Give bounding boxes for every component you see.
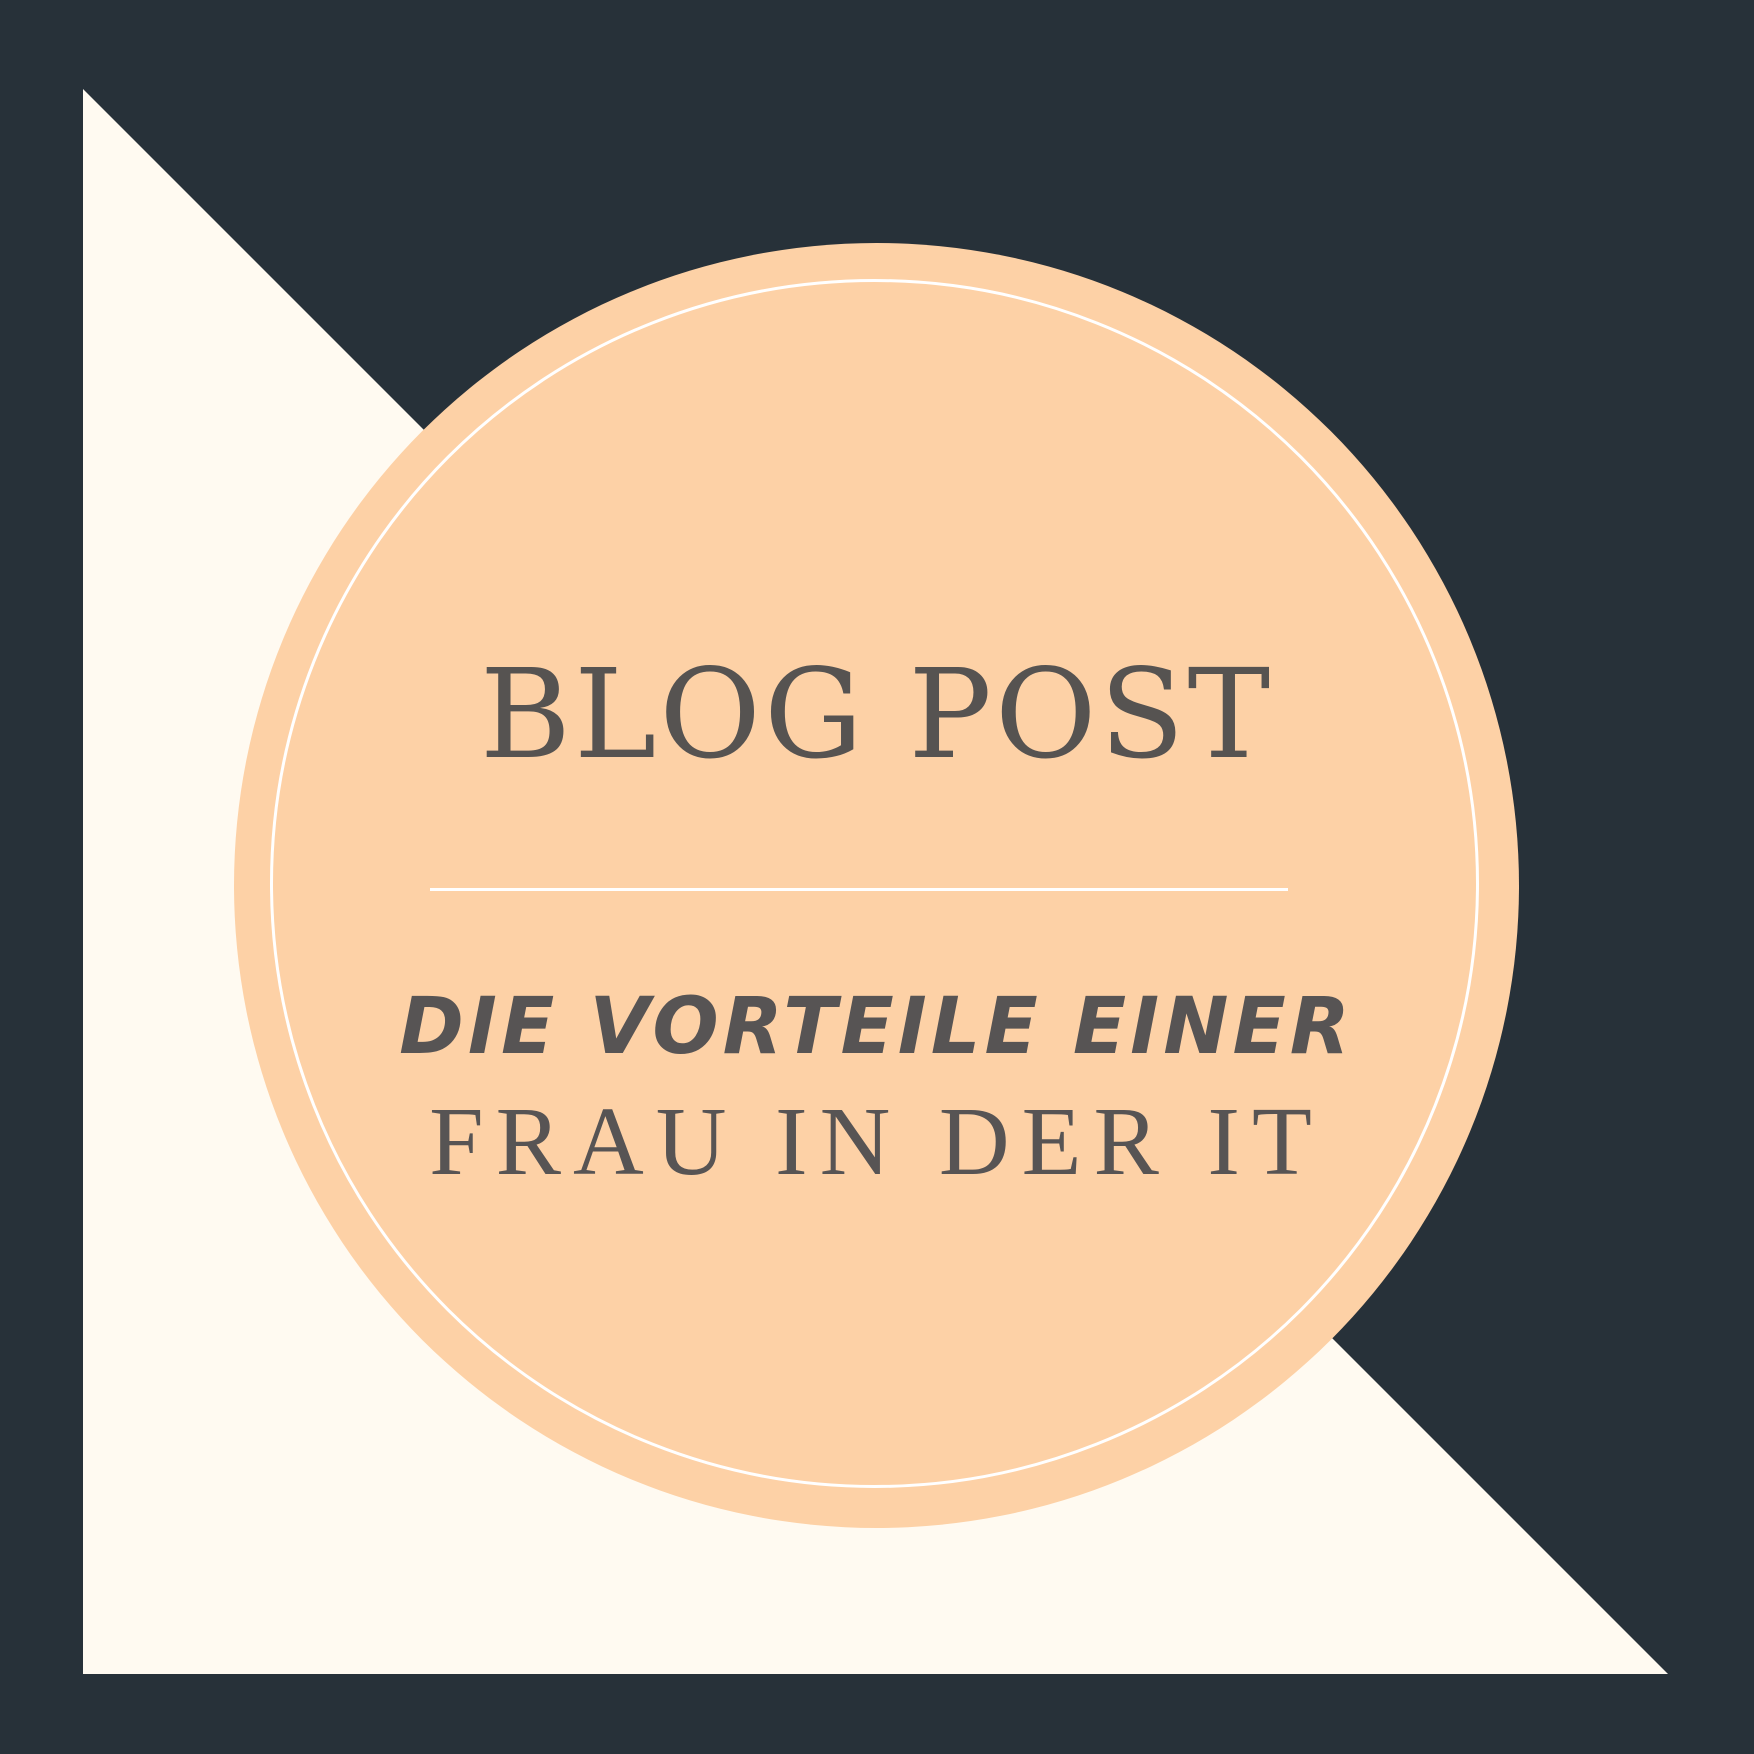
divider-line bbox=[430, 888, 1288, 891]
post-title-line-2: FRAU IN DER IT bbox=[429, 1088, 1324, 1196]
blog-post-label: BLOG POST bbox=[479, 643, 1274, 787]
badge-content: BLOG POST DIE VORTEILE EINER FRAU IN DER… bbox=[234, 243, 1519, 1528]
blog-post-graphic: BLOG POST DIE VORTEILE EINER FRAU IN DER… bbox=[0, 0, 1754, 1754]
post-title-line-1: DIE VORTEILE EINER bbox=[399, 982, 1354, 1072]
